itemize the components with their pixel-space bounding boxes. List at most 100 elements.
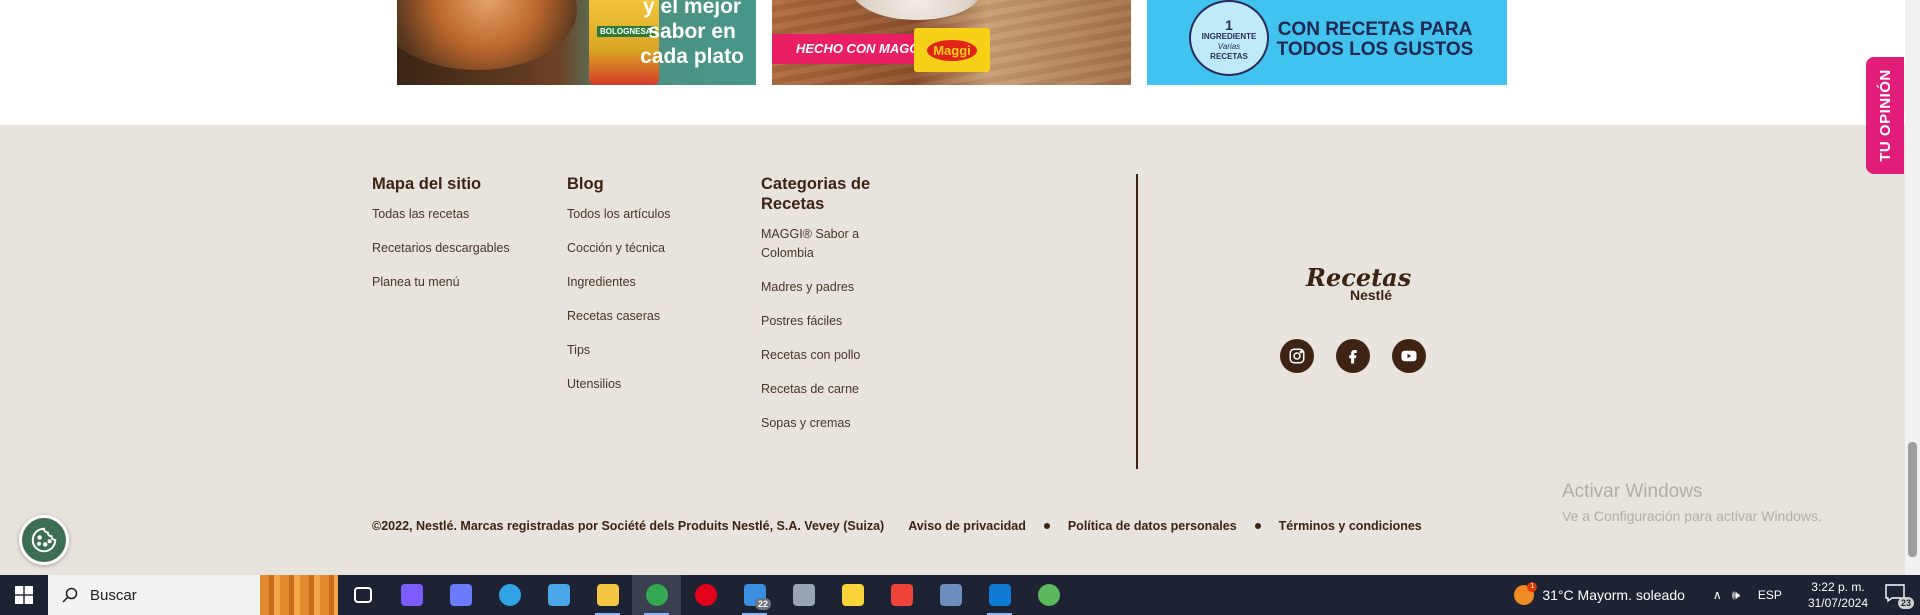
vscode-icon — [988, 584, 1011, 606]
badge-line: 1 — [1225, 17, 1233, 33]
blog-heading: Blog — [567, 175, 604, 193]
privacy-notice-link[interactable]: Aviso de privacidad — [908, 519, 1026, 533]
chrome-icon — [645, 584, 668, 606]
footer-divider — [1136, 174, 1138, 469]
taskbar-search-box[interactable]: Buscar — [48, 575, 338, 615]
file-explorer-taskbar-button[interactable] — [583, 575, 632, 615]
banner-3-text: CON RECETAS PARA TODOS LOS GUSTOS — [1275, 20, 1475, 60]
copilot-taskbar-button[interactable] — [387, 575, 436, 615]
footer-link[interactable]: Ingredientes — [567, 275, 636, 289]
task-view-icon — [353, 587, 372, 603]
anydesk-taskbar-button[interactable] — [877, 575, 926, 615]
footer-link[interactable]: Planea tu menú — [372, 275, 460, 289]
network-app-taskbar-button[interactable] — [926, 575, 975, 615]
photos-taskbar-button[interactable] — [779, 575, 828, 615]
banner-1-line: cada plato — [640, 45, 744, 68]
opera-taskbar-button[interactable] — [681, 575, 730, 615]
footer-link[interactable]: Recetarios descargables — [372, 241, 510, 255]
footer-column-categories: Categorias de Recetas MAGGI® Sabor a Col… — [761, 174, 901, 448]
show-hidden-icons-icon[interactable]: ∧ — [1713, 588, 1722, 602]
copilot-icon — [400, 584, 423, 606]
banner-1-line: sabor en — [648, 20, 736, 43]
footer-link[interactable]: Recetas con pollo — [761, 348, 860, 362]
scrollbar-thumb[interactable] — [1908, 442, 1917, 557]
taskbar-apps: 22 — [338, 575, 1073, 615]
recetas-nestle-logo[interactable]: Recetas Nestlé — [1306, 266, 1411, 314]
footer-link[interactable]: Madres y padres — [761, 280, 854, 294]
footer-link[interactable]: Postres fáciles — [761, 314, 842, 328]
sticky-notes-taskbar-button[interactable] — [828, 575, 877, 615]
store-taskbar-button[interactable] — [534, 575, 583, 615]
feedback-tab[interactable]: TU OPINIÓN — [1866, 57, 1904, 174]
weather-text[interactable]: 31°C Mayorm. soleado — [1542, 587, 1685, 603]
promo-banner-maggi[interactable]: HECHO CON MAGGI® Maggi — [772, 0, 1131, 85]
vscode-taskbar-button[interactable] — [975, 575, 1024, 615]
footer-link[interactable]: Cocción y técnica — [567, 241, 665, 255]
search-icon — [62, 587, 78, 603]
footer-link[interactable]: Recetas de carne — [761, 382, 859, 396]
footer-link[interactable]: Tips — [567, 343, 590, 357]
site-map-heading: Mapa del sitio — [372, 175, 482, 193]
watermark-subtitle: Ve a Configuración para activar Windows. — [1562, 508, 1822, 524]
clock-time: 3:22 p. m. — [1811, 580, 1865, 594]
utorrent-icon — [1037, 584, 1060, 606]
footer-link[interactable]: Todas las recetas — [372, 207, 469, 221]
bing-taskbar-button[interactable] — [436, 575, 485, 615]
windows-taskbar: Buscar 22 1 31°C Mayorm. soleado ∧ 🕪 ESP… — [0, 575, 1920, 615]
footer-link[interactable]: MAGGI® Sabor a Colombia — [761, 227, 859, 260]
footer-column-site-map: Mapa del sitio Todas las recetas Recetar… — [372, 174, 532, 307]
notification-center-button[interactable]: 23 — [1884, 583, 1914, 609]
clock[interactable]: 3:22 p. m. 31/07/2024 — [1808, 579, 1868, 611]
footer-link[interactable]: Utensilios — [567, 377, 621, 391]
task-view-taskbar-button[interactable] — [338, 575, 387, 615]
anydesk-icon — [890, 584, 913, 606]
edge-taskbar-button[interactable] — [485, 575, 534, 615]
banner-1-text: y el mejor sabor en cada plato — [640, 0, 744, 69]
activate-windows-watermark: Activar Windows Ve a Configuración para … — [1562, 481, 1822, 525]
separator-dot — [1254, 523, 1261, 529]
banner-strip: BOLOGNESA y el mejor sabor en cada plato… — [0, 0, 1905, 125]
instagram-icon[interactable] — [1280, 339, 1314, 373]
network-app-icon — [939, 584, 962, 606]
bing-icon — [449, 584, 472, 606]
utorrent-taskbar-button[interactable] — [1024, 575, 1073, 615]
system-tray: 1 31°C Mayorm. soleado ∧ 🕪 ESP 3:22 p. m… — [1514, 575, 1920, 615]
footer-column-blog: Blog Todos los artículos Cocción y técni… — [567, 174, 727, 409]
promo-banner-bolognesa[interactable]: BOLOGNESA y el mejor sabor en cada plato — [397, 0, 756, 85]
opera-icon — [694, 584, 717, 606]
personal-data-policy-link[interactable]: Política de datos personales — [1068, 519, 1237, 533]
youtube-icon[interactable] — [1392, 339, 1426, 373]
footer-link[interactable]: Sopas y cremas — [761, 416, 851, 430]
footer-link[interactable]: Todos los artículos — [567, 207, 671, 221]
categories-heading: Categorias de Recetas — [761, 175, 871, 213]
banner-3-line: CON RECETAS PARA — [1277, 19, 1473, 40]
page-scrollbar[interactable] — [1905, 0, 1920, 575]
photos-icon — [792, 584, 815, 606]
weather-badge: 1 — [1527, 582, 1538, 592]
chrome-taskbar-button[interactable] — [632, 575, 681, 615]
search-placeholder: Buscar — [90, 586, 137, 604]
language-indicator[interactable]: ESP — [1758, 588, 1782, 602]
banner-3-line: TODOS LOS GUSTOS — [1276, 39, 1474, 60]
search-highlight-image — [260, 575, 338, 615]
facebook-icon[interactable] — [1336, 339, 1370, 373]
badge-line: RECETAS — [1210, 52, 1248, 61]
terms-link[interactable]: Términos y condiciones — [1279, 519, 1422, 533]
maggi-logo-text: Maggi — [927, 39, 977, 61]
badge-line: INGREDIENTE — [1201, 32, 1257, 41]
promo-banner-recetas[interactable]: 1 INGREDIENTE Varias RECETAS CON RECETAS… — [1147, 0, 1507, 85]
pasta-plate-image — [397, 0, 577, 70]
mail-taskbar-button[interactable]: 22 — [730, 575, 779, 615]
app-badge: 22 — [754, 598, 771, 610]
start-button[interactable] — [0, 575, 48, 615]
cookie-settings-button[interactable] — [19, 515, 69, 565]
ingredient-badge: 1 INGREDIENTE Varias RECETAS — [1189, 0, 1269, 76]
weather-icon[interactable]: 1 — [1514, 582, 1538, 605]
cookie-icon — [31, 527, 57, 553]
clock-date: 31/07/2024 — [1807, 596, 1868, 610]
volume-icon[interactable]: 🕪 — [1732, 587, 1740, 603]
copyright-text: ©2022, Nestlé. Marcas registradas por So… — [372, 519, 885, 533]
footer-link[interactable]: Recetas caseras — [567, 309, 660, 323]
legal-row: ©2022, Nestlé. Marcas registradas por So… — [372, 519, 1422, 533]
watermark-title: Activar Windows — [1562, 481, 1703, 502]
